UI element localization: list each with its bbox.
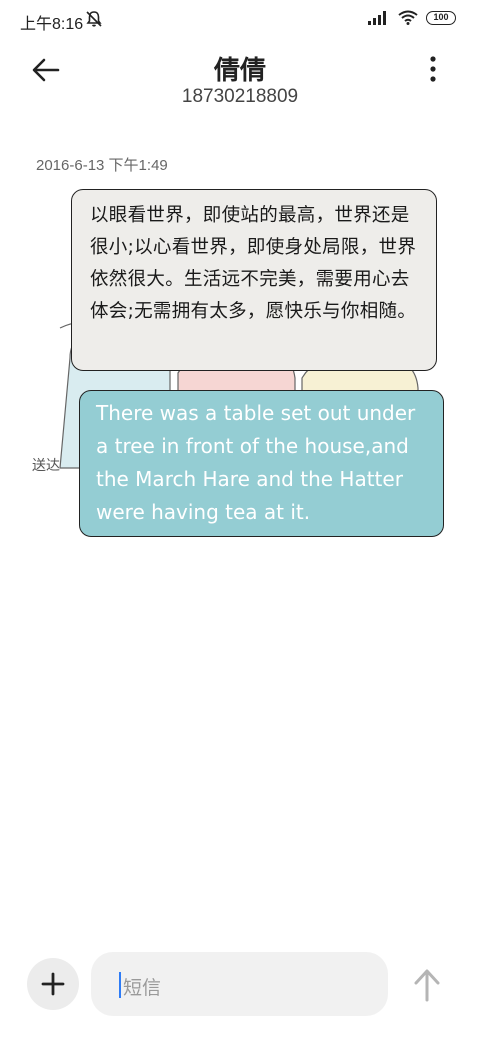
delivery-status: 送达 — [32, 458, 60, 474]
message-timestamp: 2016-6-13 下午1:49 — [36, 157, 168, 174]
text-caret — [119, 972, 121, 998]
add-attachment-button[interactable] — [27, 958, 79, 1010]
status-indicators: 100 — [368, 10, 456, 25]
sent-message-bubble[interactable]: There was a table set out under a tree i… — [79, 390, 444, 537]
contact-phone: 18730218809 — [181, 86, 299, 107]
message-input-placeholder: 短信 — [123, 977, 162, 999]
contact-name: 倩倩 — [213, 56, 266, 86]
status-bar: 上午8:16 100 — [0, 0, 480, 40]
signal-icon — [368, 10, 386, 25]
plus-icon — [41, 972, 65, 996]
more-vertical-icon[interactable] — [420, 54, 446, 84]
send-arrow-icon[interactable] — [410, 966, 444, 1004]
received-message-bubble[interactable]: 以眼看世界，即使站的最高，世界还是很小;以心看世界，即使身处局限，世界依然很大。… — [71, 189, 437, 371]
mute-icon — [86, 11, 102, 27]
message-input[interactable]: 短信 — [91, 952, 388, 1016]
wifi-icon — [398, 10, 418, 25]
status-time: 上午8:16 — [20, 16, 84, 33]
battery-icon: 100 — [426, 10, 456, 25]
